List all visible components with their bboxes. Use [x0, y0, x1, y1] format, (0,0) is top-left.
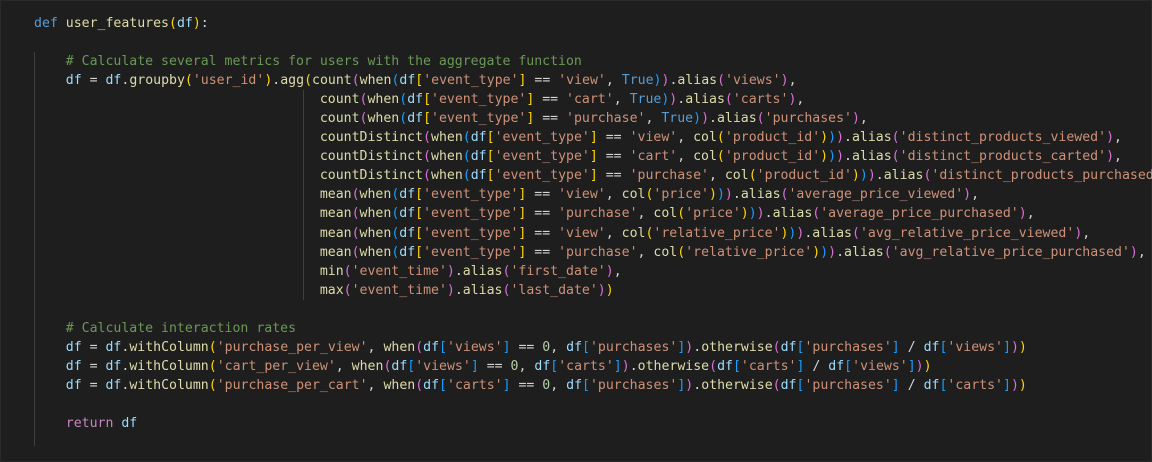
- code-line-7: countDistinct(when(df['event_type'] == '…: [319, 130, 1122, 146]
- code-line-9: countDistinct(when(df['event_type'] == '…: [319, 168, 1152, 184]
- code-line-1: def user_features(df):: [34, 16, 209, 31]
- code-line-11: mean(when(df['event_type'] == 'purchase'…: [319, 206, 1035, 222]
- code-line-14: min('event_time').alias('first_date'),: [319, 263, 622, 279]
- code-line-5: count(when(df['event_type'] == 'cart', T…: [319, 92, 805, 108]
- code-line-4: df = df.groupby('user_id').agg(count(whe…: [65, 73, 797, 89]
- code-line-10: mean(when(df['event_type'] == 'view', co…: [319, 187, 980, 203]
- code-line-15: max('event_time').alias('last_date')): [319, 282, 614, 298]
- code-body[interactable]: def user_features(df): # Calculate sever…: [34, 14, 1152, 433]
- code-line-22: return df: [65, 415, 138, 431]
- code-line-12: mean(when(df['event_type'] == 'view', co…: [319, 225, 1091, 241]
- code-line-13: mean(when(df['event_type'] == 'purchase'…: [319, 244, 1146, 260]
- code-editor[interactable]: def user_features(df): # Calculate sever…: [0, 0, 1152, 462]
- code-line-20: df = df.withColumn('purchase_per_cart', …: [65, 377, 1027, 393]
- code-line-19: df = df.withColumn('cart_per_view', when…: [65, 358, 932, 374]
- code-line-3: # Calculate several metrics for users wi…: [65, 54, 582, 70]
- code-line-8: countDistinct(when(df['event_type'] == '…: [319, 149, 1122, 165]
- code-line-6: count(when(df['event_type'] == 'purchase…: [319, 111, 868, 127]
- code-line-18: df = df.withColumn('purchase_per_view', …: [65, 339, 1027, 355]
- code-line-17: # Calculate interaction rates: [65, 320, 297, 336]
